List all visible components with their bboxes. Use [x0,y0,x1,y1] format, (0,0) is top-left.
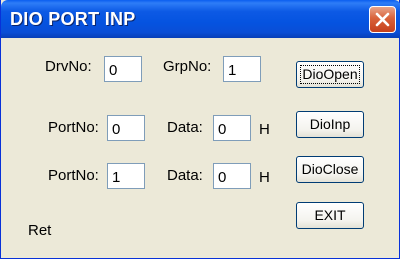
drvno-label: DrvNo: [45,58,92,75]
dio-close-button[interactable]: DioClose [296,156,364,183]
ret-label: Ret [28,222,52,239]
grpno-input[interactable] [224,57,260,81]
data-field-2[interactable] [213,163,251,189]
window-title: DIO PORT INP [10,9,136,29]
hex-unit-label-2: H [259,169,270,186]
dio-inp-label: DioInp [309,116,351,132]
portno-field-1[interactable] [107,115,145,141]
data-input-1[interactable] [214,116,250,140]
dio-inp-button[interactable]: DioInp [296,111,364,138]
close-window-button[interactable] [369,6,396,33]
grpno-field[interactable] [223,56,261,82]
title-bar[interactable]: DIO PORT INP [1,0,400,38]
portno-input-1[interactable] [108,116,144,140]
dio-port-inp-window: DIO PORT INP DrvNo: GrpNo: PortNo: Data:… [0,0,400,259]
drvno-field[interactable] [104,56,142,82]
data-input-2[interactable] [214,164,250,188]
hex-unit-label-1: H [259,121,270,138]
dio-open-button[interactable]: DioOpen [296,61,364,88]
portno-label-1: PortNo: [48,119,99,136]
dio-close-label: DioClose [301,161,359,177]
drvno-input[interactable] [105,57,141,81]
portno-input-2[interactable] [108,164,144,188]
portno-label-2: PortNo: [48,167,99,184]
data-label-1: Data: [167,119,203,136]
grpno-label: GrpNo: [163,58,212,75]
exit-button[interactable]: EXIT [296,202,364,229]
dio-open-label: DioOpen [302,66,358,82]
data-field-1[interactable] [213,115,251,141]
exit-label: EXIT [314,207,346,223]
portno-field-2[interactable] [107,163,145,189]
data-label-2: Data: [167,167,203,184]
